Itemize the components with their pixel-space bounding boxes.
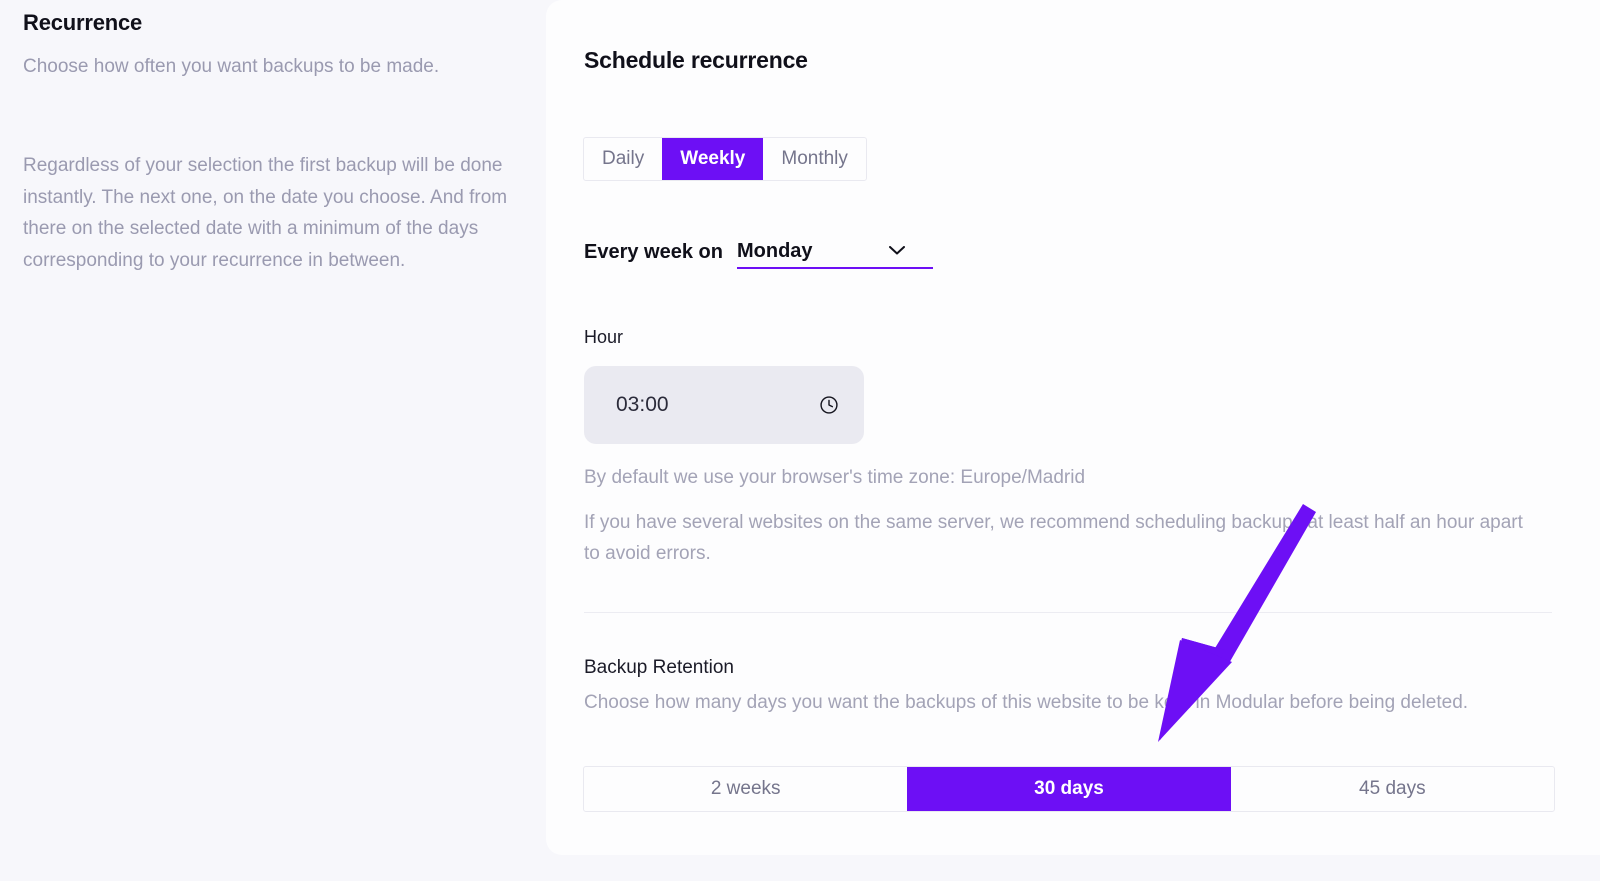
weekday-selector-row: Every week on Monday bbox=[584, 240, 933, 269]
backup-retention-options: 2 weeks 30 days 45 days bbox=[583, 766, 1555, 812]
recurrence-frequency-tabs: Daily Weekly Monthly bbox=[583, 137, 867, 181]
server-scheduling-note: If you have several websites on the same… bbox=[584, 512, 1523, 564]
retention-option-30-days[interactable]: 30 days bbox=[907, 767, 1231, 811]
retention-option-45-days[interactable]: 45 days bbox=[1231, 767, 1554, 811]
clock-icon[interactable] bbox=[819, 395, 839, 415]
weekday-label: Every week on bbox=[584, 241, 723, 263]
weekday-selected-value: Monday bbox=[736, 240, 813, 262]
recurrence-description-primary: Choose how often you want backups to be … bbox=[23, 56, 440, 77]
hour-input[interactable]: 03:00 bbox=[584, 366, 864, 444]
tab-monthly[interactable]: Monthly bbox=[763, 138, 866, 180]
retention-option-2-weeks[interactable]: 2 weeks bbox=[584, 767, 907, 811]
weekday-dropdown[interactable]: Monday bbox=[736, 240, 933, 269]
hour-label: Hour bbox=[584, 327, 624, 347]
tab-weekly[interactable]: Weekly bbox=[662, 138, 764, 180]
backup-retention-title: Backup Retention bbox=[584, 657, 734, 678]
chevron-down-icon bbox=[888, 246, 905, 255]
panel-title: Schedule recurrence bbox=[584, 47, 808, 73]
hour-value: 03:00 bbox=[616, 393, 669, 416]
recurrence-description-secondary: Regardless of your selection the first b… bbox=[23, 155, 508, 271]
backup-retention-description: Choose how many days you want the backup… bbox=[584, 692, 1469, 713]
schedule-recurrence-panel: Schedule recurrence Daily Weekly Monthly… bbox=[546, 0, 1600, 855]
timezone-note: By default we use your browser's time zo… bbox=[584, 467, 1086, 488]
tab-daily[interactable]: Daily bbox=[584, 138, 662, 180]
page-title: Recurrence bbox=[23, 10, 143, 35]
recurrence-info-column: Recurrence Choose how often you want bac… bbox=[0, 0, 540, 881]
section-divider bbox=[584, 612, 1552, 613]
